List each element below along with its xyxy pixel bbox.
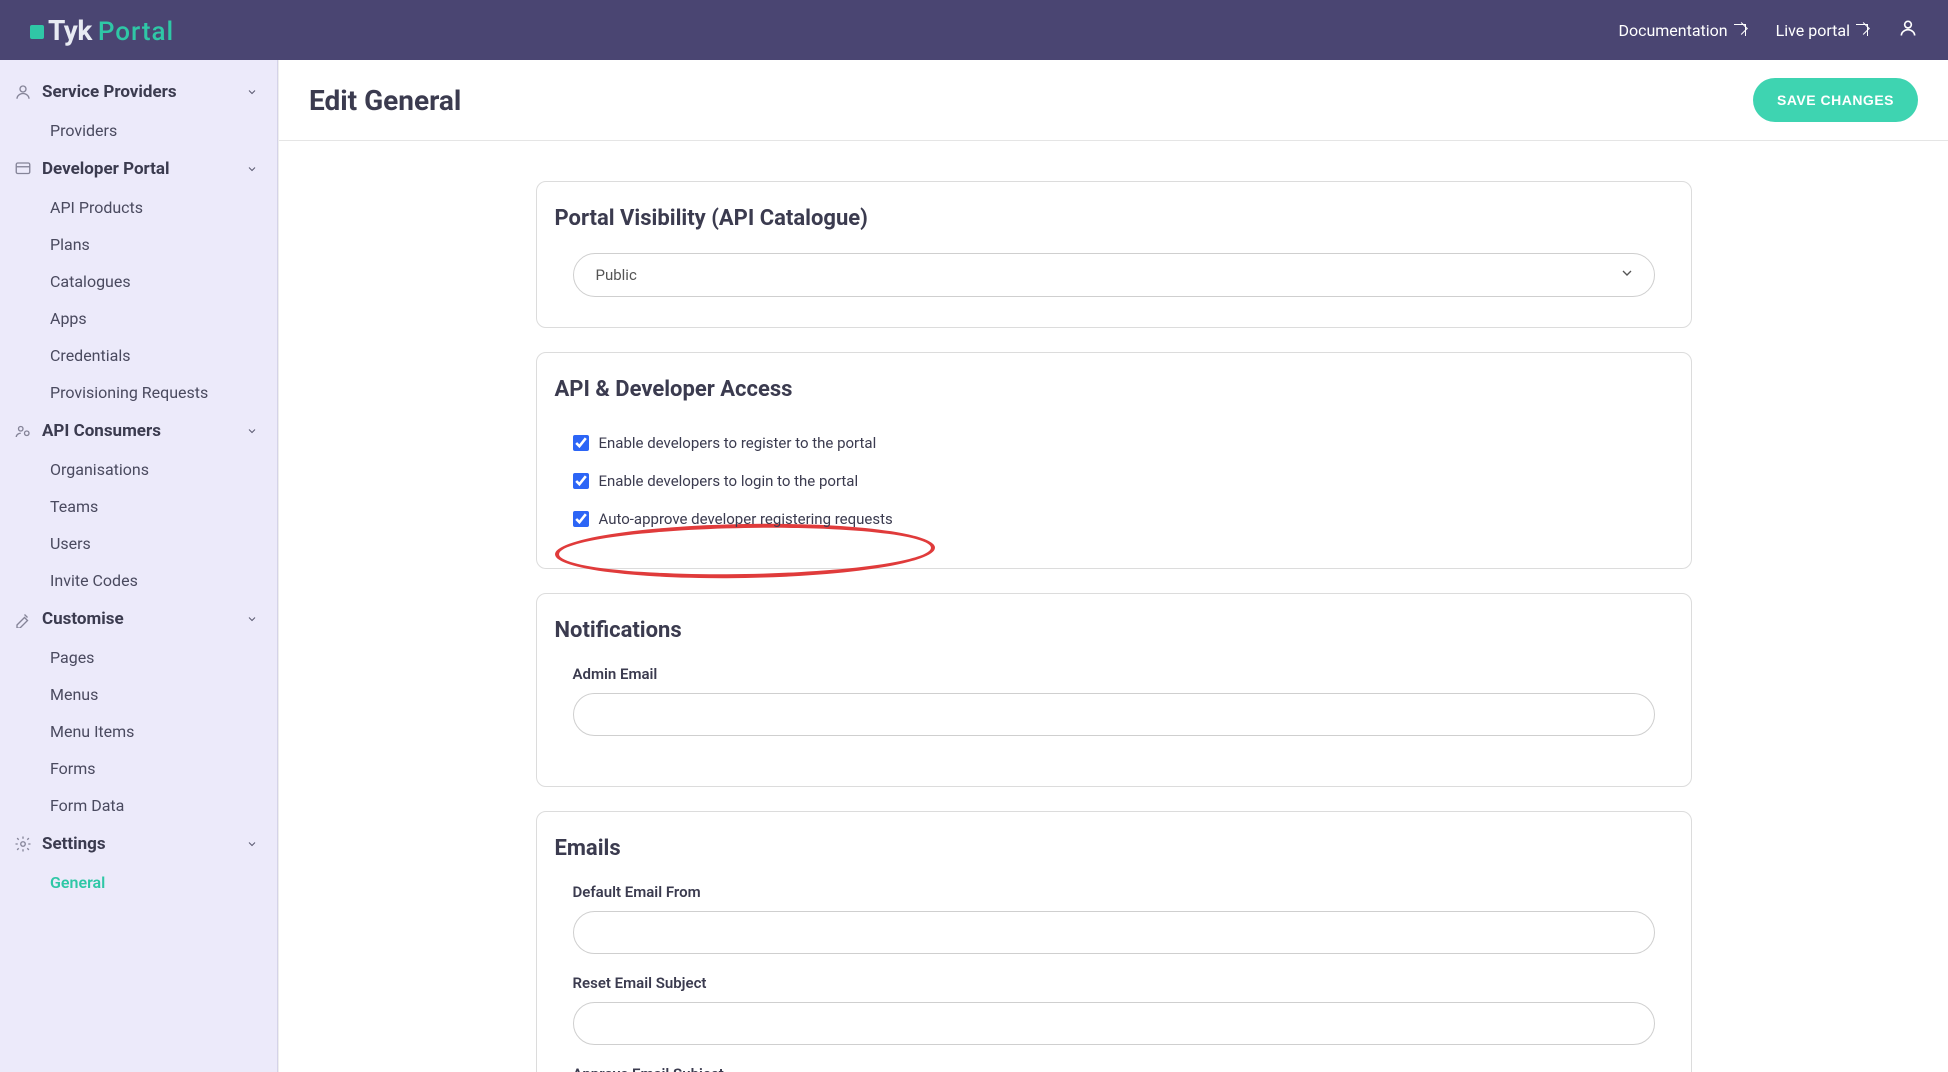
sidebar-item-plans[interactable]: Plans — [0, 226, 277, 263]
sidebar-item-forms[interactable]: Forms — [0, 750, 277, 787]
page-title: Edit General — [309, 84, 461, 117]
sidebar-item-api-products[interactable]: API Products — [0, 189, 277, 226]
sidebar-item-menu-items[interactable]: Menu Items — [0, 713, 277, 750]
card-notifications: Notifications Admin Email — [536, 593, 1692, 787]
nav-group-service-providers[interactable]: Service Providers — [0, 72, 277, 112]
nav-group-label: Service Providers — [42, 82, 177, 102]
reset-email-subject-label: Reset Email Subject — [573, 974, 1655, 992]
save-button[interactable]: SAVE CHANGES — [1753, 78, 1918, 122]
external-link-icon — [1856, 24, 1868, 36]
external-link-icon — [1734, 24, 1746, 36]
card-title: Portal Visibility (API Catalogue) — [555, 206, 1673, 231]
sidebar-item-credentials[interactable]: Credentials — [0, 337, 277, 374]
checkbox-auto-approve[interactable] — [573, 511, 589, 527]
logo-portal: Portal — [98, 17, 174, 47]
live-portal-label: Live portal — [1776, 21, 1850, 40]
nav-group-label: Customise — [42, 609, 124, 629]
page-header: Edit General SAVE CHANGES — [279, 60, 1948, 141]
nav-group-label: API Consumers — [42, 421, 161, 441]
sidebar-item-invite-codes[interactable]: Invite Codes — [0, 562, 277, 599]
card-api-developer-access: API & Developer Access Enable developers… — [536, 352, 1692, 569]
nav-group-label: Developer Portal — [42, 159, 170, 179]
chevron-down-icon — [245, 424, 259, 438]
check-enable-login[interactable]: Enable developers to login to the portal — [573, 462, 1655, 500]
check-enable-register[interactable]: Enable developers to register to the por… — [573, 424, 1655, 462]
default-email-from-label: Default Email From — [573, 883, 1655, 901]
sidebar-item-organisations[interactable]: Organisations — [0, 451, 277, 488]
sidebar-item-general[interactable]: General — [0, 864, 277, 901]
sidebar-item-pages[interactable]: Pages — [0, 639, 277, 676]
sidebar-item-catalogues[interactable]: Catalogues — [0, 263, 277, 300]
gear-icon — [14, 835, 32, 853]
sidebar-item-teams[interactable]: Teams — [0, 488, 277, 525]
visibility-select[interactable]: Public — [573, 253, 1655, 297]
nav-group-settings[interactable]: Settings — [0, 824, 277, 864]
top-header: Tyk Portal Documentation Live portal — [0, 0, 1948, 60]
checkbox-enable-login[interactable] — [573, 473, 589, 489]
nav-group-api-consumers[interactable]: API Consumers — [0, 411, 277, 451]
developer-portal-icon — [14, 160, 32, 178]
api-consumers-icon — [14, 422, 32, 440]
service-providers-icon — [14, 83, 32, 101]
reset-email-subject-input[interactable] — [573, 1002, 1655, 1045]
default-email-from-input[interactable] — [573, 911, 1655, 954]
card-emails: Emails Default Email From Reset Email Su… — [536, 811, 1692, 1072]
admin-email-input[interactable] — [573, 693, 1655, 736]
check-label: Auto-approve developer registering reque… — [599, 510, 893, 528]
sidebar-item-providers[interactable]: Providers — [0, 112, 277, 149]
user-icon[interactable] — [1898, 18, 1918, 42]
chevron-down-icon — [245, 85, 259, 99]
logo[interactable]: Tyk Portal — [30, 14, 174, 47]
content: Portal Visibility (API Catalogue) Public… — [506, 181, 1722, 1072]
logo-tyk: Tyk — [30, 14, 92, 47]
visibility-select-wrap: Public — [573, 253, 1655, 297]
documentation-link[interactable]: Documentation — [1618, 21, 1745, 40]
admin-email-label: Admin Email — [573, 665, 1655, 683]
access-checks: Enable developers to register to the por… — [555, 424, 1673, 538]
card-title: Notifications — [555, 618, 1673, 643]
header-right: Documentation Live portal — [1618, 18, 1918, 42]
checkbox-enable-register[interactable] — [573, 435, 589, 451]
nav-group-developer-portal[interactable]: Developer Portal — [0, 149, 277, 189]
approve-email-subject-label: Approve Email Subject — [573, 1065, 1655, 1072]
main: Edit General SAVE CHANGES Portal Visibil… — [278, 60, 1948, 1072]
nav-group-customise[interactable]: Customise — [0, 599, 277, 639]
check-label: Enable developers to login to the portal — [599, 472, 859, 490]
customise-icon — [14, 610, 32, 628]
chevron-down-icon — [245, 837, 259, 851]
chevron-down-icon — [245, 162, 259, 176]
sidebar-item-form-data[interactable]: Form Data — [0, 787, 277, 824]
check-auto-approve[interactable]: Auto-approve developer registering reque… — [573, 500, 1655, 538]
chevron-down-icon — [245, 612, 259, 626]
sidebar: Service Providers Providers Developer Po… — [0, 60, 278, 1072]
sidebar-item-apps[interactable]: Apps — [0, 300, 277, 337]
sidebar-item-users[interactable]: Users — [0, 525, 277, 562]
live-portal-link[interactable]: Live portal — [1776, 21, 1868, 40]
card-portal-visibility: Portal Visibility (API Catalogue) Public — [536, 181, 1692, 328]
sidebar-item-provisioning-requests[interactable]: Provisioning Requests — [0, 374, 277, 411]
sidebar-item-menus[interactable]: Menus — [0, 676, 277, 713]
documentation-label: Documentation — [1618, 21, 1727, 40]
check-label: Enable developers to register to the por… — [599, 434, 877, 452]
card-title: API & Developer Access — [555, 377, 1673, 402]
nav-group-label: Settings — [42, 834, 106, 854]
card-title: Emails — [555, 836, 1673, 861]
